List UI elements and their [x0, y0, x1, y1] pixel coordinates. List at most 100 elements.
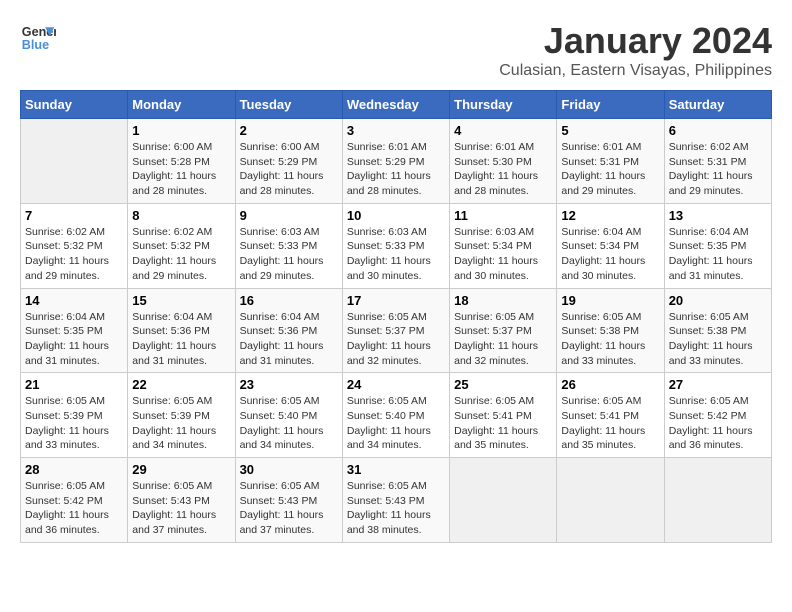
day-info: Sunrise: 6:05 AMSunset: 5:38 PMDaylight:… [669, 310, 767, 369]
day-info: Sunrise: 6:04 AMSunset: 5:35 PMDaylight:… [669, 225, 767, 284]
day-cell: 22 Sunrise: 6:05 AMSunset: 5:39 PMDayligh… [128, 373, 235, 458]
day-info: Sunrise: 6:02 AMSunset: 5:31 PMDaylight:… [669, 140, 767, 199]
header-cell-wednesday: Wednesday [342, 91, 449, 119]
day-cell: 5 Sunrise: 6:01 AMSunset: 5:31 PMDaylight… [557, 119, 664, 204]
day-info: Sunrise: 6:00 AMSunset: 5:28 PMDaylight:… [132, 140, 230, 199]
day-number: 30 [240, 462, 338, 477]
day-info: Sunrise: 6:05 AMSunset: 5:39 PMDaylight:… [25, 394, 123, 453]
day-number: 6 [669, 123, 767, 138]
week-row-3: 14 Sunrise: 6:04 AMSunset: 5:35 PMDayligh… [21, 288, 772, 373]
day-cell: 16 Sunrise: 6:04 AMSunset: 5:36 PMDayligh… [235, 288, 342, 373]
day-cell: 11 Sunrise: 6:03 AMSunset: 5:34 PMDayligh… [450, 203, 557, 288]
day-number: 4 [454, 123, 552, 138]
day-number: 16 [240, 293, 338, 308]
day-cell: 1 Sunrise: 6:00 AMSunset: 5:28 PMDaylight… [128, 119, 235, 204]
day-cell: 4Sunrise: 6:01 AMSunset: 5:30 PMDaylight… [450, 119, 557, 204]
day-cell: 15 Sunrise: 6:04 AMSunset: 5:36 PMDayligh… [128, 288, 235, 373]
day-number: 26 [561, 377, 659, 392]
day-number: 27 [669, 377, 767, 392]
day-number: 7 [25, 208, 123, 223]
day-info: Sunrise: 6:05 AMSunset: 5:37 PMDaylight:… [347, 310, 445, 369]
day-number: 28 [25, 462, 123, 477]
day-cell: 23Sunrise: 6:05 AMSunset: 5:40 PMDayligh… [235, 373, 342, 458]
header-cell-tuesday: Tuesday [235, 91, 342, 119]
day-number: 1 [132, 123, 230, 138]
calendar-table: SundayMondayTuesdayWednesdayThursdayFrid… [20, 90, 772, 543]
day-cell [450, 458, 557, 543]
day-info: Sunrise: 6:05 AMSunset: 5:40 PMDaylight:… [240, 394, 338, 453]
day-info: Sunrise: 6:03 AMSunset: 5:34 PMDaylight:… [454, 225, 552, 284]
day-info: Sunrise: 6:00 AMSunset: 5:29 PMDaylight:… [240, 140, 338, 199]
day-cell [21, 119, 128, 204]
day-info: Sunrise: 6:05 AMSunset: 5:41 PMDaylight:… [454, 394, 552, 453]
day-cell: 27 Sunrise: 6:05 AMSunset: 5:42 PMDayligh… [664, 373, 771, 458]
day-cell: 3 Sunrise: 6:01 AMSunset: 5:29 PMDaylight… [342, 119, 449, 204]
header-cell-friday: Friday [557, 91, 664, 119]
day-number: 25 [454, 377, 552, 392]
day-info: Sunrise: 6:05 AMSunset: 5:42 PMDaylight:… [25, 479, 123, 538]
header-cell-sunday: Sunday [21, 91, 128, 119]
day-info: Sunrise: 6:05 AMSunset: 5:38 PMDaylight:… [561, 310, 659, 369]
day-number: 21 [25, 377, 123, 392]
day-number: 31 [347, 462, 445, 477]
day-cell: 9Sunrise: 6:03 AMSunset: 5:33 PMDaylight… [235, 203, 342, 288]
day-cell: 2 Sunrise: 6:00 AMSunset: 5:29 PMDaylight… [235, 119, 342, 204]
week-row-1: 1 Sunrise: 6:00 AMSunset: 5:28 PMDaylight… [21, 119, 772, 204]
day-number: 11 [454, 208, 552, 223]
day-info: Sunrise: 6:05 AMSunset: 5:43 PMDaylight:… [347, 479, 445, 538]
week-row-2: 7 Sunrise: 6:02 AMSunset: 5:32 PMDaylight… [21, 203, 772, 288]
day-cell [557, 458, 664, 543]
day-cell: 14 Sunrise: 6:04 AMSunset: 5:35 PMDayligh… [21, 288, 128, 373]
day-info: Sunrise: 6:05 AMSunset: 5:37 PMDaylight:… [454, 310, 552, 369]
day-cell: 19 Sunrise: 6:05 AMSunset: 5:38 PMDayligh… [557, 288, 664, 373]
logo-icon: General Blue [20, 20, 56, 56]
day-info: Sunrise: 6:02 AMSunset: 5:32 PMDaylight:… [25, 225, 123, 284]
day-info: Sunrise: 6:05 AMSunset: 5:42 PMDaylight:… [669, 394, 767, 453]
header-row: SundayMondayTuesdayWednesdayThursdayFrid… [21, 91, 772, 119]
day-cell: 13 Sunrise: 6:04 AMSunset: 5:35 PMDayligh… [664, 203, 771, 288]
day-cell: 21 Sunrise: 6:05 AMSunset: 5:39 PMDayligh… [21, 373, 128, 458]
day-cell: 6 Sunrise: 6:02 AMSunset: 5:31 PMDaylight… [664, 119, 771, 204]
logo: General Blue [20, 20, 56, 56]
day-info: Sunrise: 6:04 AMSunset: 5:35 PMDaylight:… [25, 310, 123, 369]
calendar-body: 1 Sunrise: 6:00 AMSunset: 5:28 PMDaylight… [21, 119, 772, 543]
day-info: Sunrise: 6:01 AMSunset: 5:31 PMDaylight:… [561, 140, 659, 199]
header-cell-monday: Monday [128, 91, 235, 119]
day-number: 5 [561, 123, 659, 138]
day-number: 10 [347, 208, 445, 223]
day-number: 13 [669, 208, 767, 223]
day-cell: 30 Sunrise: 6:05 AMSunset: 5:43 PMDayligh… [235, 458, 342, 543]
day-info: Sunrise: 6:04 AMSunset: 5:36 PMDaylight:… [132, 310, 230, 369]
day-cell: 8Sunrise: 6:02 AMSunset: 5:32 PMDaylight… [128, 203, 235, 288]
day-cell: 20Sunrise: 6:05 AMSunset: 5:38 PMDayligh… [664, 288, 771, 373]
week-row-5: 28 Sunrise: 6:05 AMSunset: 5:42 PMDayligh… [21, 458, 772, 543]
day-cell: 10Sunrise: 6:03 AMSunset: 5:33 PMDayligh… [342, 203, 449, 288]
title-area: January 2024 Culasian, Eastern Visayas, … [499, 20, 772, 80]
day-number: 18 [454, 293, 552, 308]
header-cell-thursday: Thursday [450, 91, 557, 119]
calendar-header: SundayMondayTuesdayWednesdayThursdayFrid… [21, 91, 772, 119]
day-number: 29 [132, 462, 230, 477]
day-number: 22 [132, 377, 230, 392]
day-number: 2 [240, 123, 338, 138]
sub-title: Culasian, Eastern Visayas, Philippines [499, 62, 772, 80]
day-info: Sunrise: 6:01 AMSunset: 5:29 PMDaylight:… [347, 140, 445, 199]
day-number: 3 [347, 123, 445, 138]
day-cell [664, 458, 771, 543]
day-number: 15 [132, 293, 230, 308]
header: General Blue January 2024 Culasian, East… [20, 20, 772, 80]
day-info: Sunrise: 6:04 AMSunset: 5:36 PMDaylight:… [240, 310, 338, 369]
day-info: Sunrise: 6:05 AMSunset: 5:40 PMDaylight:… [347, 394, 445, 453]
day-info: Sunrise: 6:05 AMSunset: 5:43 PMDaylight:… [132, 479, 230, 538]
day-cell: 24 Sunrise: 6:05 AMSunset: 5:40 PMDayligh… [342, 373, 449, 458]
week-row-4: 21 Sunrise: 6:05 AMSunset: 5:39 PMDayligh… [21, 373, 772, 458]
day-number: 19 [561, 293, 659, 308]
day-cell: 12Sunrise: 6:04 AMSunset: 5:34 PMDayligh… [557, 203, 664, 288]
day-number: 14 [25, 293, 123, 308]
day-number: 24 [347, 377, 445, 392]
svg-text:Blue: Blue [22, 38, 49, 52]
day-info: Sunrise: 6:05 AMSunset: 5:39 PMDaylight:… [132, 394, 230, 453]
day-info: Sunrise: 6:05 AMSunset: 5:43 PMDaylight:… [240, 479, 338, 538]
day-cell: 7 Sunrise: 6:02 AMSunset: 5:32 PMDaylight… [21, 203, 128, 288]
day-number: 17 [347, 293, 445, 308]
